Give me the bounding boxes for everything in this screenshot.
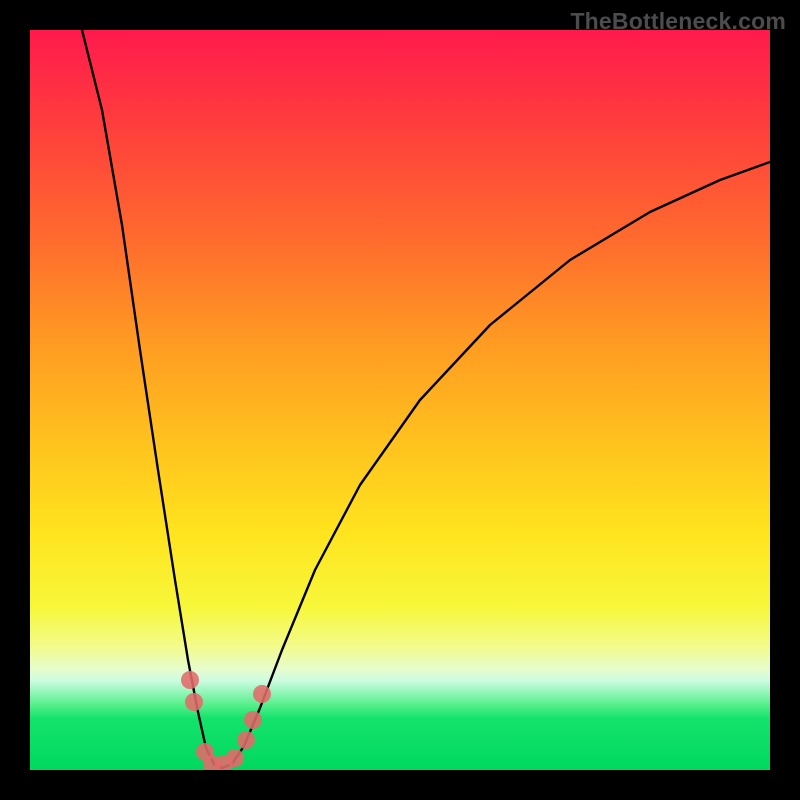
marker-group <box>181 671 271 770</box>
valley-marker <box>226 749 244 767</box>
chart-plot-area <box>30 30 770 770</box>
valley-marker <box>185 693 203 711</box>
valley-marker <box>244 711 262 729</box>
watermark-text: TheBottleneck.com <box>570 8 786 35</box>
valley-marker <box>181 671 199 689</box>
valley-marker <box>196 743 214 761</box>
valley-marker <box>203 755 221 770</box>
valley-marker <box>215 755 233 770</box>
bottleneck-curve <box>82 30 770 768</box>
curve-group <box>82 30 770 768</box>
chart-svg <box>30 30 770 770</box>
valley-marker <box>237 731 255 749</box>
valley-marker <box>253 685 271 703</box>
